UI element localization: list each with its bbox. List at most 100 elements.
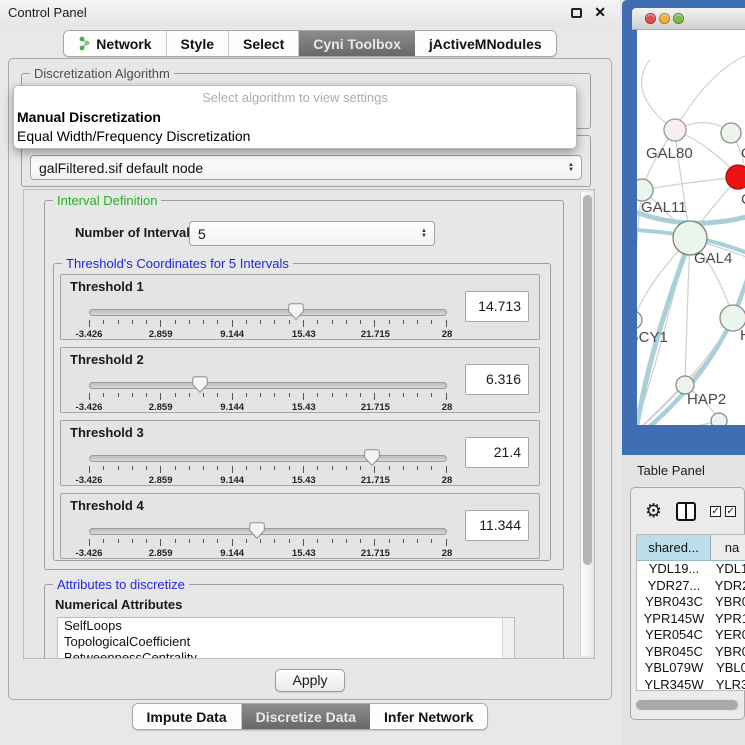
threshold-1-slider[interactable]: -3.4262.8599.14415.4321.71528 [89, 303, 447, 339]
slider-tick-labels: -3.4262.8599.14415.4321.71528 [89, 548, 447, 559]
table-cell[interactable]: YBR045C [637, 644, 711, 661]
threshold-3-slider[interactable]: -3.4262.8599.14415.4321.71528 [89, 449, 447, 485]
attribute-item[interactable]: SelfLoops [58, 618, 514, 634]
network-icon [78, 36, 91, 51]
table-cell[interactable]: YLR345W [637, 677, 711, 692]
threshold-label: Threshold 3 [70, 425, 144, 440]
column-header-name[interactable]: na [711, 535, 745, 560]
tab-infer-network[interactable]: Infer Network [370, 704, 487, 729]
table-cell[interactable]: YDL1 [711, 561, 745, 578]
tab-network[interactable]: Network [64, 31, 166, 56]
apply-button[interactable]: Apply [275, 669, 345, 692]
table-cell[interactable]: YBR043C [637, 594, 711, 611]
table-data-combobox[interactable]: galFiltered.sif default node ▲▼ [30, 155, 582, 180]
node-gal80 [664, 119, 686, 141]
network-canvas[interactable]: GAL80 G C GAL11 GAL4 GCY1 H HAP2 [637, 30, 745, 425]
slider-track[interactable] [89, 309, 447, 316]
table-horizontal-scrollbar[interactable] [635, 699, 742, 711]
slider-thumb[interactable] [364, 449, 380, 466]
table-cell[interactable]: YPR145W [637, 611, 711, 628]
close-icon[interactable]: ✕ [594, 4, 606, 21]
table-cell[interactable]: YDR27... [637, 578, 711, 595]
cyni-toolbox-content: Discretization Algorithm Table Data galF… [8, 58, 612, 700]
slider-track[interactable] [89, 528, 447, 535]
list-scrollbar[interactable] [502, 618, 514, 659]
threshold-rows: Threshold 1 -3.4262.8599.14415.4321.7152… [60, 274, 540, 559]
table-cell[interactable]: YBL0 [711, 660, 745, 677]
columns-icon[interactable] [676, 502, 696, 521]
table-cell[interactable]: YBL079W [637, 660, 711, 677]
table-row[interactable]: YDR27...YDR2 [637, 578, 745, 595]
table-row[interactable]: YER054CYER0 [637, 627, 745, 644]
slider-thumb[interactable] [288, 303, 304, 320]
tab-label: Cyni Toolbox [313, 36, 401, 52]
table-row[interactable]: YDL19...YDL1 [637, 561, 745, 578]
slider-tick-labels: -3.4262.8599.14415.4321.71528 [89, 329, 447, 340]
zoom-traffic-light-icon[interactable] [673, 13, 684, 24]
table-row[interactable]: YPR145WYPR1 [637, 611, 745, 628]
bottom-tab-row: Impute Data Discretize Data Infer Networ… [0, 703, 620, 730]
table-row[interactable]: YBR043CYBR0 [637, 594, 745, 611]
table-cell[interactable]: YBR0 [711, 594, 745, 611]
node-label-h: H [740, 327, 745, 344]
tab-jactivemnodules[interactable]: jActiveMNodules [415, 31, 556, 56]
threshold-1-value-field[interactable]: 14.713 [465, 291, 529, 322]
table-cell[interactable]: YPR1 [711, 611, 745, 628]
table-cell[interactable]: YER054C [637, 627, 711, 644]
threshold-label: Threshold 1 [70, 279, 144, 294]
float-window-icon[interactable] [571, 8, 582, 18]
threshold-4-value-field[interactable]: 11.344 [465, 510, 529, 541]
node-label-gal4: GAL4 [694, 250, 732, 267]
table-cell[interactable]: YLR3 [711, 677, 745, 692]
table-row[interactable]: YLR345WYLR3 [637, 677, 745, 692]
attribute-item[interactable]: TopologicalCoefficient [58, 634, 514, 650]
table-cell[interactable]: YDR2 [711, 578, 745, 595]
checkbox-icon[interactable]: ✓ [725, 506, 736, 517]
stepper-arrows-icon: ▲▼ [421, 222, 427, 245]
settings-scrollbar[interactable] [580, 192, 593, 656]
table-panel-box: ⚙ ✓ ✓ shared... na YDL19...YDL1YDR27...Y… [630, 487, 745, 720]
tab-discretize-data[interactable]: Discretize Data [242, 704, 370, 729]
threshold-2-slider[interactable]: -3.4262.8599.14415.4321.71528 [89, 376, 447, 412]
tab-style[interactable]: Style [167, 31, 229, 56]
tab-impute-data[interactable]: Impute Data [133, 704, 242, 729]
attribute-item[interactable]: BetweennessCentrality [58, 650, 514, 659]
tab-cyni-toolbox[interactable]: Cyni Toolbox [299, 31, 415, 56]
control-panel: Control Panel ✕ Network [0, 0, 620, 745]
table-row[interactable]: YBL079WYBL0 [637, 660, 745, 677]
stepper-arrows-icon: ▲▼ [568, 156, 574, 179]
table-cell[interactable]: YDL19... [637, 561, 711, 578]
slider-tick-labels: -3.4262.8599.14415.4321.71528 [89, 402, 447, 413]
slider-track[interactable] [89, 382, 447, 389]
table-cell[interactable]: YER0 [711, 627, 745, 644]
slider-track[interactable] [89, 455, 447, 462]
slider-tick-labels: -3.4262.8599.14415.4321.71528 [89, 475, 447, 486]
minimize-traffic-light-icon[interactable] [659, 13, 670, 24]
checkbox-icon[interactable]: ✓ [710, 506, 721, 517]
threshold-4-slider[interactable]: -3.4262.8599.14415.4321.71528 [89, 522, 447, 558]
gear-icon[interactable]: ⚙ [645, 501, 662, 521]
dropdown-item-manual-discretization[interactable]: Manual Discretization [14, 108, 576, 127]
tab-select[interactable]: Select [229, 31, 299, 56]
node-label-gal80: GAL80 [646, 145, 693, 162]
slider-thumb[interactable] [249, 522, 265, 539]
node-label-g: G [741, 145, 745, 162]
number-of-intervals-combobox[interactable]: 5 ▲▼ [189, 221, 435, 246]
checkbox-icons: ✓ ✓ [710, 506, 736, 517]
threshold-2-value-field[interactable]: 6.316 [465, 364, 529, 395]
column-header-shared[interactable]: shared... [637, 535, 711, 560]
threshold-4-row: Threshold 4 -3.4262.8599.14415.4321.7152… [60, 493, 540, 559]
group-title: Threshold's Coordinates for 5 Intervals [62, 256, 293, 271]
tab-label: Network [96, 36, 151, 52]
table-row[interactable]: YBR045CYBR0 [637, 644, 745, 661]
node-g-partial [721, 123, 741, 143]
table-cell[interactable]: YBR0 [711, 644, 745, 661]
threshold-3-value-field[interactable]: 21.4 [465, 437, 529, 468]
slider-thumb[interactable] [192, 376, 208, 393]
combo-value: galFiltered.sif default node [39, 160, 203, 176]
numerical-attributes-list[interactable]: SelfLoopsTopologicalCoefficientBetweenne… [57, 617, 515, 659]
dropdown-item-equal-width-frequency[interactable]: Equal Width/Frequency Discretization [14, 127, 576, 146]
close-traffic-light-icon[interactable] [645, 13, 656, 24]
node-table-body: YDL19...YDL1YDR27...YDR2YBR043CYBR0YPR14… [637, 561, 745, 691]
threshold-3-row: Threshold 3 -3.4262.8599.14415.4321.7152… [60, 420, 540, 486]
